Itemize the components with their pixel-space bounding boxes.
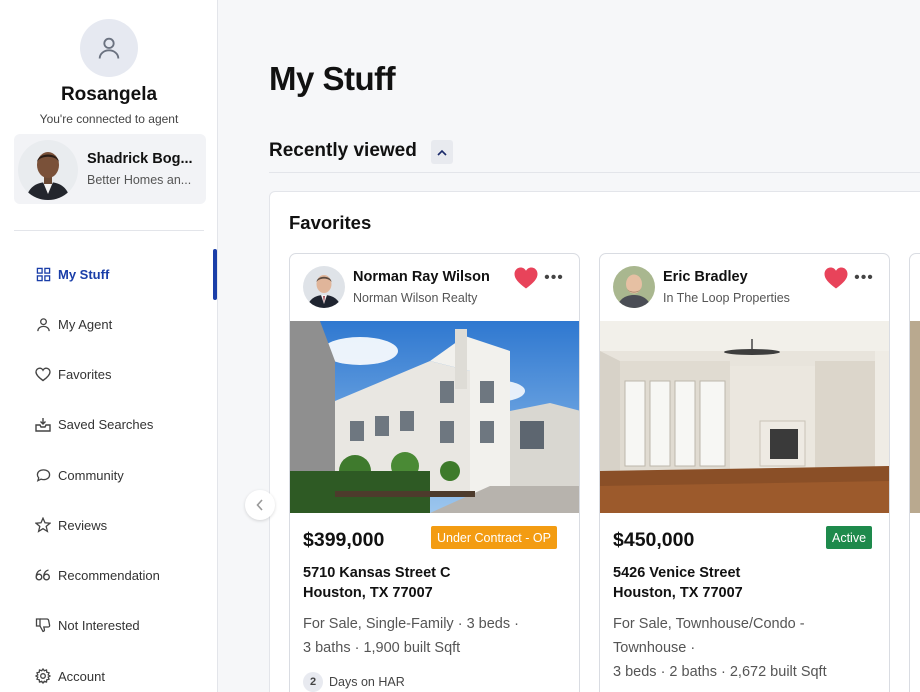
details-line: For Sale, Single-Family · 3 beds · (303, 616, 519, 632)
sidebar-item-reviews[interactable]: Reviews (34, 513, 107, 537)
address-street[interactable]: 5710 Kansas Street C (303, 565, 451, 581)
card-agent-company: Norman Wilson Realty (353, 291, 478, 305)
card-agent-company: In The Loop Properties (663, 291, 790, 305)
address-city: Houston, TX 77007 (303, 585, 433, 601)
favorites-heading: Favorites (289, 212, 372, 233)
agent-avatar (18, 140, 78, 200)
card-agent-name: Norman Ray Wilson (353, 269, 490, 285)
more-options-icon[interactable]: ••• (543, 268, 565, 288)
sidebar-item-label: Favorites (58, 366, 112, 382)
sidebar-item-label: Community (58, 467, 124, 483)
sidebar-divider (14, 230, 204, 231)
days-on-har: 2 Days on HAR (303, 672, 405, 692)
details-line: 3 beds · 2 baths · 2,672 built Sqft (613, 664, 827, 680)
sidebar-item-not-interested[interactable]: Not Interested (34, 613, 140, 637)
address-street[interactable]: 5426 Venice Street (613, 565, 740, 581)
agent-name: Shadrick Bog... (87, 151, 193, 167)
sidebar-item-label: Recommendation (58, 567, 160, 583)
inbox-icon (34, 415, 52, 433)
gear-icon (34, 667, 52, 685)
active-indicator (213, 249, 217, 300)
favorite-heart-icon[interactable] (513, 266, 539, 290)
thumbs-down-icon (34, 616, 52, 634)
connected-text: You're connected to agent (39, 112, 179, 126)
agent-avatar (613, 266, 655, 308)
section-divider (269, 172, 920, 173)
status-badge: Active (826, 526, 873, 549)
listing-details: For Sale, Townhouse/Condo - Townhouse · … (613, 612, 883, 684)
listing-price: $450,000 (613, 529, 695, 551)
days-count: 2 (303, 672, 323, 692)
listing-details: For Sale, Single-Family · 3 beds · 3 bat… (303, 612, 573, 660)
star-icon (34, 516, 52, 534)
sidebar-item-label: Not Interested (58, 617, 140, 633)
quote-icon (34, 566, 52, 584)
grid-icon (34, 265, 52, 283)
details-line: 3 baths · 1,900 built Sqft (303, 640, 461, 656)
sidebar-item-favorites[interactable]: Favorites (34, 362, 111, 386)
recently-viewed-heading: Recently viewed (269, 140, 417, 161)
sidebar-item-recommendation[interactable]: Recommendation (34, 563, 160, 587)
sidebar-item-my-agent[interactable]: My Agent (34, 312, 112, 336)
user-avatar[interactable] (80, 19, 138, 77)
sidebar-item-saved-searches[interactable]: Saved Searches (34, 412, 153, 436)
listing-price: $399,000 (303, 529, 385, 551)
agent-avatar (303, 266, 345, 308)
listing-card[interactable]: Eric Bradley In The Loop Properties ••• … (599, 253, 890, 692)
chevron-up-icon (437, 149, 447, 156)
connected-agent-card[interactable]: Shadrick Bog... Better Homes an... (14, 134, 206, 204)
carousel-prev-button[interactable] (245, 490, 275, 520)
heart-outline-icon (34, 365, 52, 383)
details-line: Townhouse · (613, 640, 696, 656)
agent-company: Better Homes an... (87, 173, 192, 187)
sidebar-item-label: My Stuff (58, 266, 110, 282)
chevron-left-icon (256, 499, 263, 511)
sidebar-item-label: Reviews (58, 517, 108, 533)
sidebar-item-label: Account (58, 668, 105, 684)
collapse-recently-viewed-button[interactable] (431, 140, 453, 164)
user-name: Rosangela (60, 84, 158, 105)
listing-photo[interactable] (290, 321, 579, 513)
listing-card[interactable]: Norman Ray Wilson Norman Wilson Realty •… (289, 253, 580, 692)
days-label: Days on HAR (329, 675, 405, 689)
sidebar-item-label: Saved Searches (58, 416, 154, 432)
favorite-heart-icon[interactable] (823, 266, 849, 290)
more-options-icon[interactable]: ••• (853, 268, 875, 288)
details-line: For Sale, Townhouse/Condo - (613, 616, 805, 632)
sidebar-item-account[interactable]: Account (34, 664, 105, 688)
sidebar-item-community[interactable]: Community (34, 463, 124, 487)
chat-icon (34, 466, 52, 484)
status-badge: Under Contract - OP (431, 526, 557, 549)
listing-photo[interactable] (600, 321, 889, 513)
sidebar-item-my-stuff[interactable]: My Stuff (34, 262, 109, 286)
sidebar-item-label: My Agent (58, 316, 113, 332)
user-icon (98, 37, 120, 59)
page-title: My Stuff (269, 60, 396, 97)
card-agent-name: Eric Bradley (663, 269, 748, 285)
sidebar: Rosangela You're connected to agent Shad… (0, 0, 218, 692)
next-listing-card-peek[interactable] (909, 253, 920, 692)
user-icon (34, 315, 52, 333)
address-city: Houston, TX 77007 (613, 585, 743, 601)
